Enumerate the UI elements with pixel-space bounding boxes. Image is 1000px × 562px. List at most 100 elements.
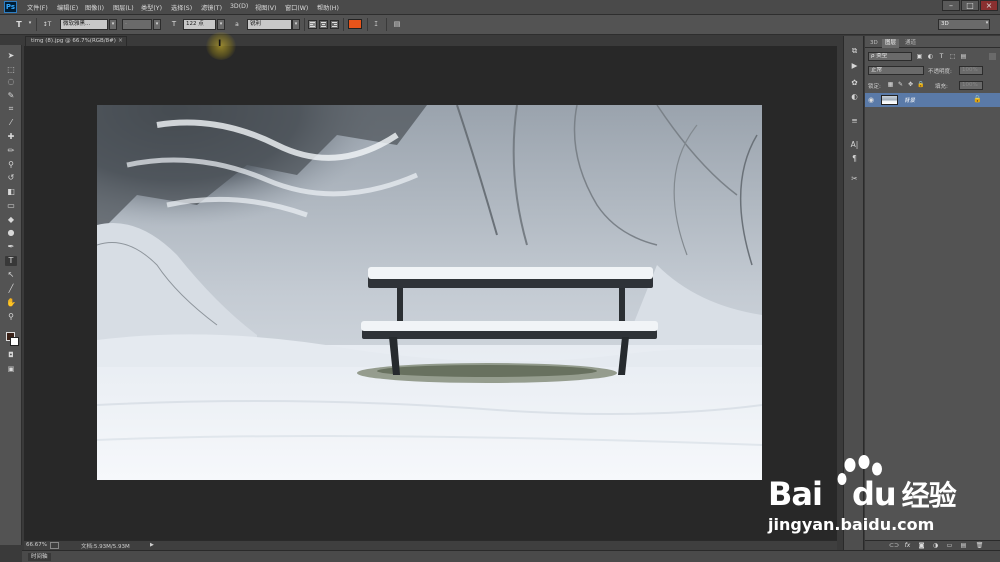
- canvas-area[interactable]: [24, 46, 837, 540]
- new-group-icon[interactable]: ▭: [945, 542, 954, 550]
- menu-help[interactable]: 帮助(H): [317, 3, 339, 12]
- layer-name[interactable]: 背景: [904, 96, 915, 104]
- status-menu-arrow-icon[interactable]: ▶: [150, 542, 154, 548]
- layer-filter-select[interactable]: ρ 类型: [868, 52, 912, 61]
- delete-layer-icon[interactable]: 🗑: [975, 542, 984, 550]
- menu-3d[interactable]: 3D(D): [230, 3, 248, 10]
- line-tool-icon[interactable]: ╱: [5, 284, 17, 294]
- new-layer-icon[interactable]: ▤: [959, 542, 968, 550]
- filter-pixel-icon[interactable]: ▣: [916, 53, 923, 60]
- export-icon[interactable]: [50, 542, 59, 549]
- path-select-tool-icon[interactable]: ↖: [5, 270, 17, 280]
- adjustment-layer-icon[interactable]: ◑: [931, 542, 940, 550]
- history-panel-icon[interactable]: ⧉: [849, 46, 860, 56]
- font-family-dropdown[interactable]: ▾: [109, 19, 117, 30]
- layer-row-background[interactable]: ◉ 背景 🔒: [865, 93, 1000, 107]
- eyedropper-tool-icon[interactable]: ⁄: [5, 118, 17, 128]
- menu-type[interactable]: 类型(Y): [141, 3, 162, 12]
- actions-panel-icon[interactable]: ▶: [849, 61, 860, 71]
- lock-position-icon[interactable]: ✥: [907, 81, 914, 88]
- lock-all-icon[interactable]: 🔒: [917, 81, 924, 88]
- opacity-input[interactable]: 100%: [959, 66, 983, 75]
- gradient-tool-icon[interactable]: ▭: [5, 201, 17, 211]
- character-panel-toggle-icon[interactable]: ▤: [392, 19, 402, 30]
- anti-alias-select[interactable]: 锐利: [247, 19, 292, 30]
- properties-panel-icon[interactable]: ≡: [849, 116, 860, 126]
- brush-preset-panel-icon[interactable]: ✿: [849, 78, 860, 88]
- paragraph-panel-icon[interactable]: ¶: [849, 154, 860, 164]
- tool-preset-panel-icon[interactable]: ✂: [849, 174, 860, 184]
- filter-type-icon[interactable]: T: [938, 53, 945, 60]
- quick-select-tool-icon[interactable]: ✎: [5, 91, 17, 101]
- hand-tool-icon[interactable]: ✋: [5, 298, 17, 308]
- filter-shape-icon[interactable]: ⬚: [949, 53, 956, 60]
- marquee-tool-icon[interactable]: ⬚: [5, 65, 17, 75]
- panel-tabs: 3D 图层 通道: [865, 39, 1000, 48]
- warp-text-icon[interactable]: ꕯ: [371, 19, 381, 30]
- text-color-swatch[interactable]: [348, 19, 362, 29]
- close-document-icon[interactable]: ×: [118, 37, 123, 44]
- filter-toggle-icon[interactable]: [989, 53, 996, 60]
- zoom-tool-icon[interactable]: ⚲: [5, 312, 17, 322]
- align-left-button[interactable]: [308, 20, 317, 29]
- screen-mode-icon[interactable]: ▣: [5, 364, 17, 374]
- filter-adjustment-icon[interactable]: ◐: [927, 53, 934, 60]
- add-mask-icon[interactable]: ◙: [917, 542, 926, 550]
- tab-layers[interactable]: 图层: [882, 39, 900, 48]
- background-color-swatch[interactable]: [10, 337, 19, 346]
- close-window-button[interactable]: ×: [980, 0, 998, 11]
- history-brush-tool-icon[interactable]: ↺: [5, 173, 17, 183]
- font-size-input[interactable]: 122 点: [183, 19, 216, 30]
- workspace-dropdown[interactable]: ▾: [983, 19, 991, 30]
- font-size-dropdown[interactable]: ▾: [217, 19, 225, 30]
- pen-tool-icon[interactable]: ✒: [5, 242, 17, 252]
- maximize-button[interactable]: □: [961, 0, 979, 11]
- healing-brush-tool-icon[interactable]: ✚: [5, 132, 17, 142]
- menu-image[interactable]: 图像(I): [85, 3, 104, 12]
- align-center-button[interactable]: [319, 20, 328, 29]
- font-style-select[interactable]: -: [122, 19, 152, 30]
- eye-icon[interactable]: ◉: [868, 96, 874, 104]
- document-image[interactable]: [97, 105, 762, 480]
- document-tab[interactable]: timg (8).jpg @ 66.7%(RGB/8#) ×: [25, 36, 127, 46]
- quick-mask-icon[interactable]: ◘: [5, 350, 17, 360]
- tool-preset-dropdown[interactable]: ▾: [26, 19, 34, 30]
- menu-file[interactable]: 文件(F): [27, 3, 48, 12]
- filter-smart-object-icon[interactable]: ▤: [960, 53, 967, 60]
- type-tool-icon[interactable]: T: [5, 256, 17, 266]
- clone-stamp-tool-icon[interactable]: ⚲: [5, 160, 17, 170]
- menu-edit[interactable]: 编辑(E): [57, 3, 78, 12]
- crop-tool-icon[interactable]: ⌗: [5, 104, 17, 114]
- text-orientation-icon[interactable]: ↕T: [40, 19, 54, 30]
- blur-tool-icon[interactable]: ◆: [5, 215, 17, 225]
- adjustments-panel-icon[interactable]: ◐: [849, 92, 860, 102]
- dodge-tool-icon[interactable]: ●: [5, 228, 17, 238]
- type-tool-preset-icon[interactable]: T: [14, 19, 24, 30]
- menu-window[interactable]: 窗口(W): [285, 3, 308, 12]
- fill-input[interactable]: 100%: [959, 81, 983, 90]
- layer-style-icon[interactable]: fx: [903, 542, 912, 550]
- link-layers-icon[interactable]: ⊂⊃: [889, 542, 899, 550]
- menu-select[interactable]: 选择(S): [171, 3, 192, 12]
- blend-mode-select[interactable]: 正常: [868, 66, 924, 75]
- menu-filter[interactable]: 滤镜(T): [201, 3, 222, 12]
- align-right-button[interactable]: [330, 20, 339, 29]
- minimize-button[interactable]: –: [942, 0, 960, 11]
- anti-alias-dropdown[interactable]: ▾: [292, 19, 300, 30]
- font-style-dropdown[interactable]: ▾: [153, 19, 161, 30]
- lock-image-icon[interactable]: ✎: [897, 81, 904, 88]
- font-family-select[interactable]: 微软雅黑...: [60, 19, 108, 30]
- tab-channels[interactable]: 通道: [902, 39, 919, 48]
- tab-3d[interactable]: 3D: [867, 39, 881, 48]
- menu-view[interactable]: 视图(V): [255, 3, 276, 12]
- move-tool-icon[interactable]: ➤: [5, 51, 17, 61]
- zoom-level[interactable]: 66.67%: [26, 542, 47, 548]
- lasso-tool-icon[interactable]: ◌: [5, 77, 17, 87]
- layers-panel-footer: ⊂⊃ fx ◙ ◑ ▭ ▤ 🗑: [865, 540, 1000, 550]
- menu-layer[interactable]: 图层(L): [113, 3, 134, 12]
- eraser-tool-icon[interactable]: ◧: [5, 187, 17, 197]
- lock-transparent-icon[interactable]: ▦: [887, 81, 894, 88]
- character-panel-icon[interactable]: A|: [849, 140, 860, 150]
- timeline-tab[interactable]: 时间轴: [28, 553, 51, 561]
- brush-tool-icon[interactable]: ✏: [5, 146, 17, 156]
